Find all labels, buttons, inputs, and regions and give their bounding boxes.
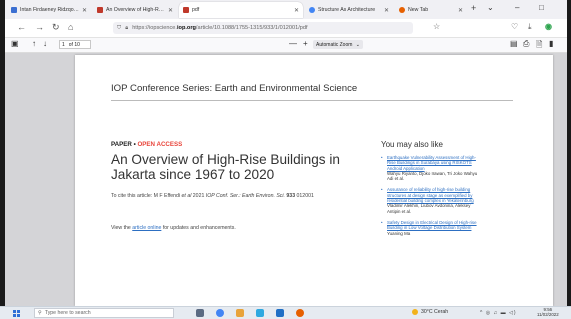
tab-label: New Tab: [408, 7, 429, 13]
google-icon: [309, 7, 315, 13]
windows-taskbar: ⚲ Type here to search 30°C Cerah ^ ◎ ♫ ▬…: [0, 306, 571, 319]
tab-google-scholar[interactable]: Intan Firdaeney Ridzqo - Go ✕: [7, 2, 91, 18]
related-authors: Wahyu Riyanto, Djoko Irawan, Tri Joko Wa…: [387, 170, 478, 182]
new-tab-button[interactable]: +: [471, 3, 476, 13]
system-tray-icons[interactable]: ^ ◎ ♫ ▬ ◁): [480, 310, 517, 316]
article-title: An Overview of High-Rise Buildings in Ja…: [111, 152, 340, 182]
journal-series: IOP Conference Series: Earth and Environ…: [111, 83, 358, 94]
pocket-icon[interactable]: ♡: [511, 22, 518, 31]
related-item: Assurance of reliability of high-rise bu…: [381, 187, 481, 213]
firefox-taskbar-icon[interactable]: [296, 309, 304, 317]
pdf-icon: [183, 7, 189, 13]
related-articles: You may also like Earthquake Vulnerabili…: [381, 140, 481, 242]
chrome-icon[interactable]: [216, 309, 224, 317]
download-icon[interactable]: ⤓: [528, 22, 532, 32]
page-total: of 10: [68, 41, 80, 48]
tab-strip: Intan Firdaeney Ridzqo - Go ✕ An Overvie…: [5, 0, 567, 19]
shield-icon[interactable]: ⛉: [117, 25, 121, 32]
view-online-note: View the article online for updates and …: [111, 225, 236, 231]
related-authors: Yuaning Ma: [387, 230, 411, 236]
forward-icon[interactable]: →: [35, 22, 44, 32]
tab-label: pdf: [192, 7, 200, 13]
close-icon[interactable]: ✕: [168, 7, 173, 14]
tab-pdf[interactable]: pdf ✕: [179, 2, 303, 18]
related-heading: You may also like: [381, 140, 443, 149]
tab-new-tab[interactable]: New Tab ✕: [395, 2, 467, 18]
chevron-down-icon: ⌄: [355, 41, 360, 48]
search-icon: ⚲: [38, 310, 42, 316]
related-authors: Vladimir Alekhin, Liubov Avdonina, Aleks…: [387, 203, 471, 214]
clock-date: 11/02/2022: [537, 312, 559, 318]
header-rule: [111, 100, 513, 101]
home-icon[interactable]: ⌂: [68, 22, 73, 32]
zoom-out-button[interactable]: —: [289, 39, 297, 48]
related-link[interactable]: Assurance of reliability of high-rise bu…: [387, 187, 481, 203]
pdf-toolbar: ▣ ↑ ↓ 1 of 10 — + Automatic Zoom ⌄ ▤ ⎙ 🗎…: [5, 38, 567, 53]
pdf-viewer[interactable]: IOP Conference Series: Earth and Environ…: [5, 53, 567, 306]
file-explorer-icon[interactable]: [236, 309, 244, 317]
tab-label: Structure As Architecture: [318, 7, 376, 13]
tab-label: Intan Firdaeney Ridzqo - Go: [20, 7, 79, 13]
zoom-value: Automatic Zoom: [316, 41, 353, 48]
sidebar-toggle-icon[interactable]: ▣: [11, 39, 19, 48]
close-icon[interactable]: ✕: [82, 7, 87, 14]
save-icon[interactable]: 🗎︎: [536, 39, 542, 53]
page-current: 1: [62, 41, 65, 48]
print-icon[interactable]: ⎙: [523, 39, 529, 49]
close-icon[interactable]: ✕: [384, 7, 389, 14]
pdf-page: IOP Conference Series: Earth and Environ…: [75, 55, 553, 306]
close-icon[interactable]: ✕: [294, 7, 299, 14]
citation: To cite this article: M F Effendi et al …: [111, 193, 314, 199]
tab-structure-architecture[interactable]: Structure As Architecture ✕: [305, 2, 393, 18]
taskbar-clock[interactable]: 9:56 11/02/2022: [537, 307, 559, 318]
firefox-icon: [399, 7, 405, 13]
bookmark-icon[interactable]: ▮: [549, 39, 553, 48]
navigation-bar: ← → ↻ ⌂ ⛉ 🔒︎ https://iopscience.iop.org/…: [5, 19, 567, 38]
presentation-icon[interactable]: ▤: [510, 39, 518, 48]
minimize-button[interactable]: –: [515, 3, 519, 12]
back-icon[interactable]: ←: [17, 22, 26, 32]
article-online-link[interactable]: article online: [132, 225, 161, 231]
maximize-button[interactable]: □: [539, 3, 544, 12]
article-type: PAPER • OPEN ACCESS: [111, 141, 183, 148]
tab-label: An Overview of High-Rise B: [106, 7, 165, 13]
word-icon[interactable]: [276, 309, 284, 317]
browser-window: Intan Firdaeney Ridzqo - Go ✕ An Overvie…: [5, 0, 567, 306]
google-scholar-icon: [11, 7, 17, 13]
weather-widget[interactable]: 30°C Cerah: [412, 309, 448, 315]
related-item: Safety Design in Electrical Design of Hi…: [381, 220, 481, 236]
url-bar[interactable]: ⛉ 🔒︎ https://iopscience.iop.org/article/…: [113, 22, 413, 34]
related-link[interactable]: Earthquake Vulnerability Assessment of H…: [387, 155, 481, 171]
previous-page-icon[interactable]: ↑: [32, 39, 36, 48]
iop-icon: [97, 7, 103, 13]
store-icon[interactable]: [256, 309, 264, 317]
extension-icon[interactable]: ◉: [545, 22, 552, 31]
zoom-in-button[interactable]: +: [303, 39, 308, 48]
task-view-icon[interactable]: [196, 309, 204, 317]
weather-text: 30°C Cerah: [421, 309, 449, 315]
close-icon[interactable]: ✕: [458, 7, 463, 14]
related-item: Earthquake Vulnerability Assessment of H…: [381, 155, 481, 181]
tab-iop-article[interactable]: An Overview of High-Rise B ✕: [93, 2, 177, 18]
related-link[interactable]: Safety Design in Electrical Design of Hi…: [387, 220, 481, 231]
tab-list-icon[interactable]: ⌄: [487, 3, 494, 12]
right-window-border: [567, 0, 571, 306]
windows-start-icon[interactable]: [13, 310, 20, 317]
url-text: https://iopscience.iop.org/article/10.10…: [132, 25, 308, 31]
taskbar-search-box[interactable]: ⚲ Type here to search: [34, 308, 174, 318]
sun-icon: [412, 309, 418, 315]
bookmark-star-icon[interactable]: ☆: [433, 22, 440, 31]
next-page-icon[interactable]: ↓: [43, 39, 47, 48]
lock-icon[interactable]: 🔒︎: [125, 25, 128, 32]
zoom-select[interactable]: Automatic Zoom ⌄: [313, 40, 363, 49]
open-access-badge: OPEN ACCESS: [137, 141, 183, 148]
page-number-input[interactable]: 1 of 10: [59, 40, 91, 49]
reload-icon[interactable]: ↻: [52, 22, 60, 33]
search-placeholder: Type here to search: [44, 310, 91, 316]
